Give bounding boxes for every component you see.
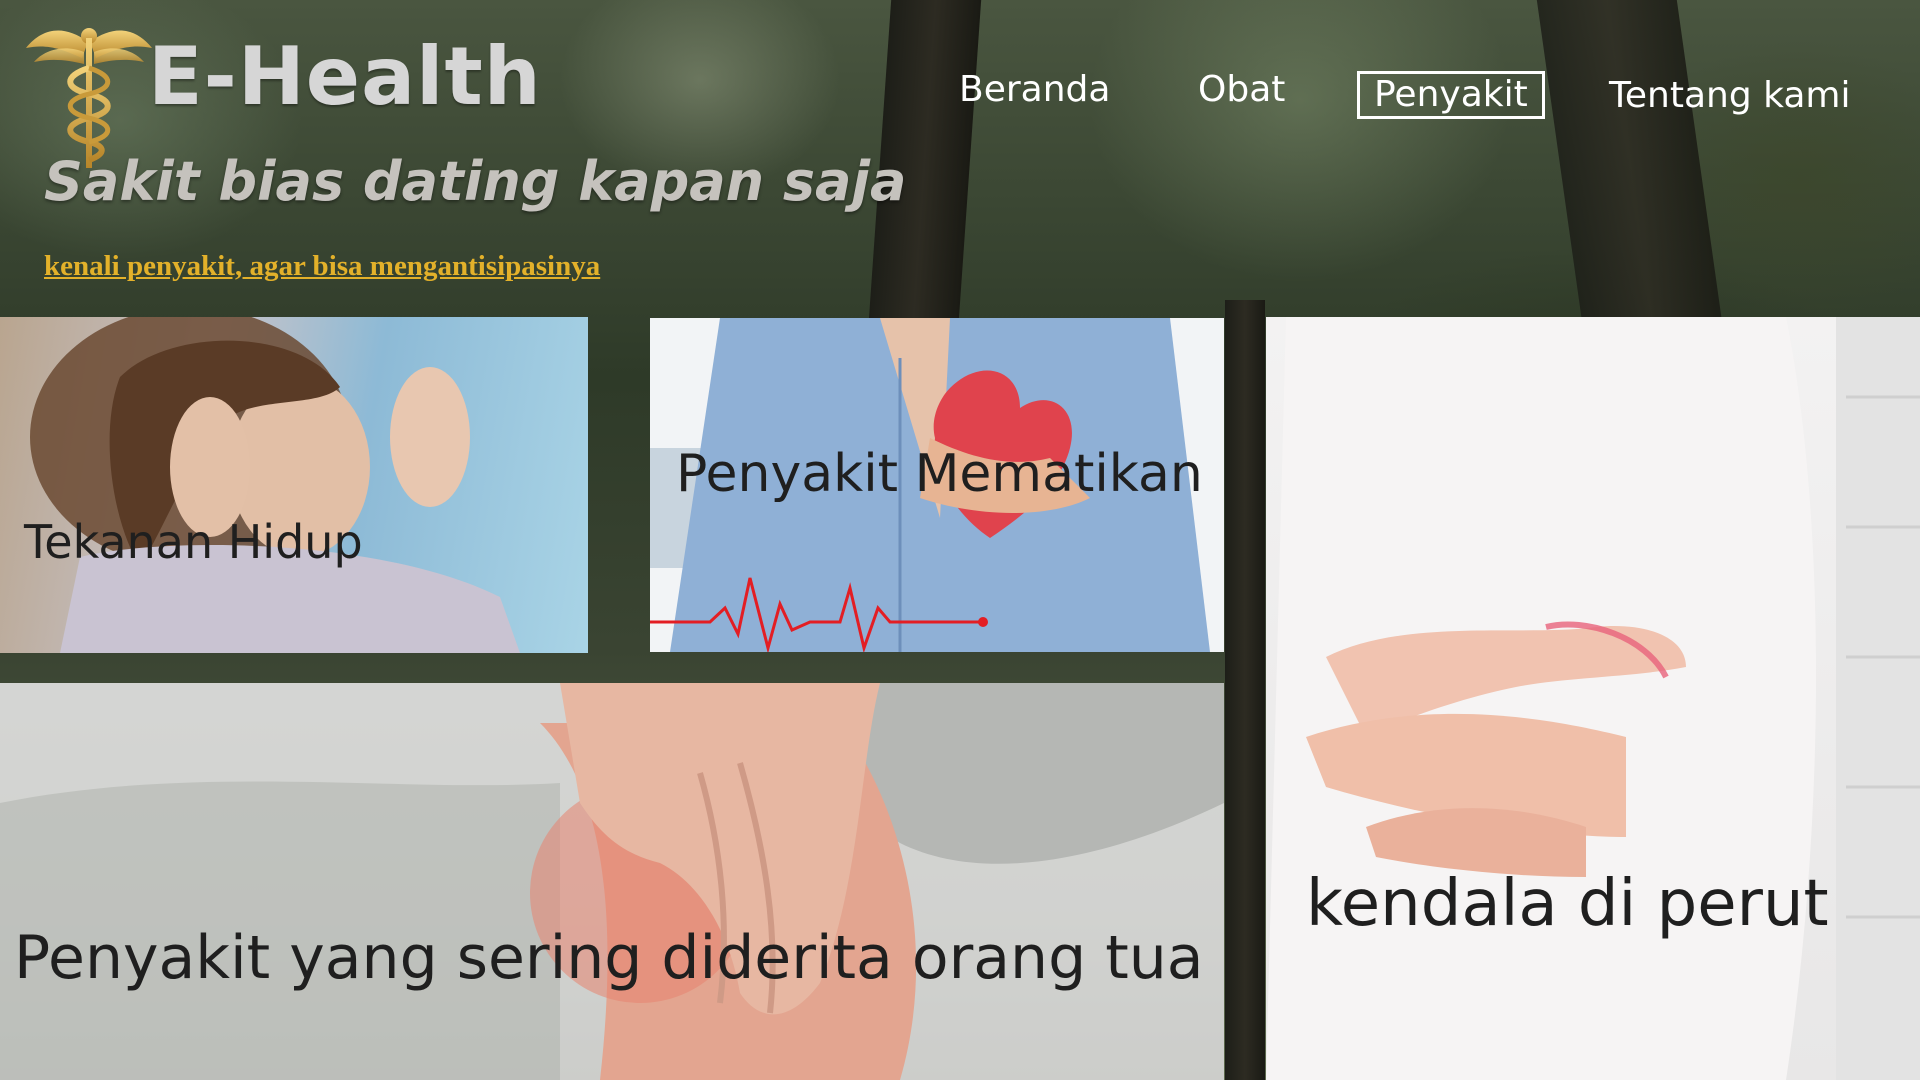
- nav-obat[interactable]: Obat: [1198, 68, 1285, 112]
- main-nav: Beranda Obat Penyakit Tentang kami: [0, 66, 1920, 126]
- woman-headache-illustration: [30, 317, 520, 653]
- card-penyakit-orang-tua[interactable]: Penyakit yang sering diderita orang tua: [0, 683, 1224, 1080]
- card-label-penyakit-orang-tua: Penyakit yang sering diderita orang tua: [14, 923, 1204, 993]
- card-label-tekanan-hidup: Tekanan Hidup: [24, 515, 363, 569]
- card-tekanan-hidup[interactable]: Tekanan Hidup: [0, 317, 588, 653]
- stomach-ache-illustration: [1266, 317, 1920, 1080]
- knee-pain-illustration: [0, 683, 1224, 1080]
- card-label-penyakit-mematikan: Penyakit Mematikan: [676, 444, 1203, 504]
- subtitle-link[interactable]: kenali penyakit, agar bisa mengantisipas…: [44, 250, 600, 283]
- card-label-kendala-di-perut: kendala di perut: [1306, 867, 1829, 941]
- nav-tentang-kami[interactable]: Tentang kami: [1609, 74, 1850, 118]
- nav-beranda[interactable]: Beranda: [959, 68, 1110, 112]
- card-penyakit-mematikan[interactable]: Penyakit Mematikan: [650, 318, 1224, 652]
- tree-trunk: [1225, 300, 1265, 1080]
- card-kendala-di-perut[interactable]: kendala di perut: [1266, 317, 1920, 1080]
- nav-penyakit[interactable]: Penyakit: [1357, 71, 1545, 119]
- tagline: Sakit bias dating kapan saja: [44, 150, 907, 213]
